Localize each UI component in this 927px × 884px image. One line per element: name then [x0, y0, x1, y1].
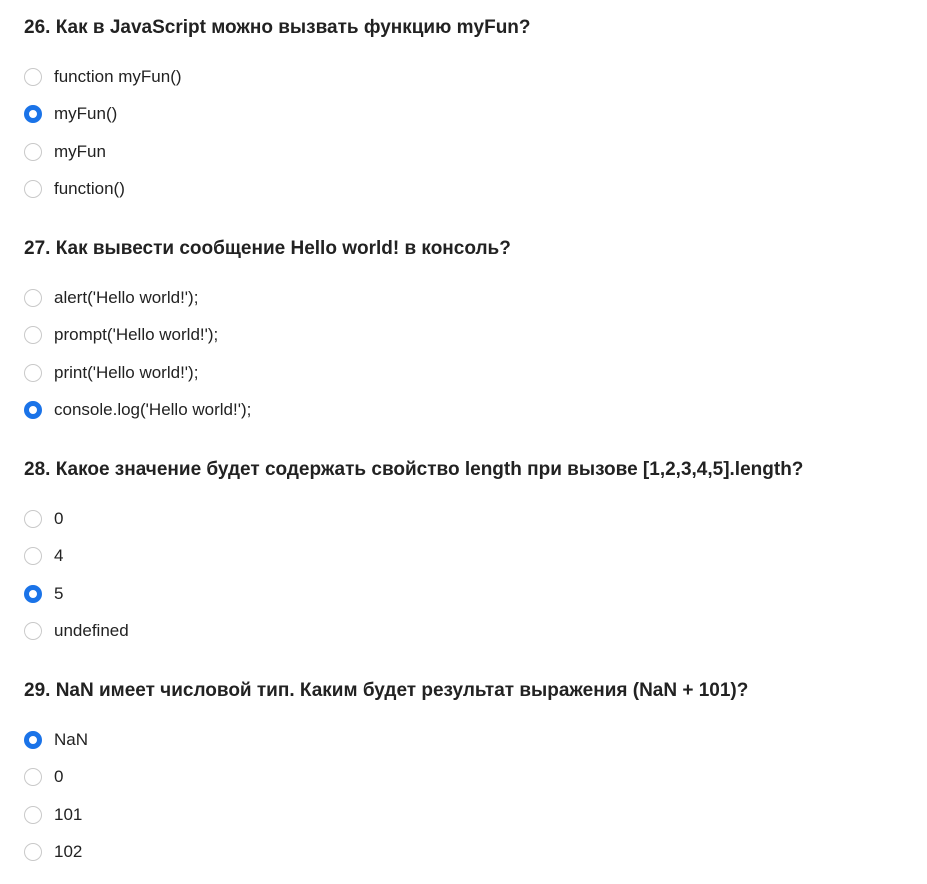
answer-option[interactable]: 5 — [24, 575, 624, 613]
answer-option[interactable]: alert('Hello world!'); — [24, 279, 624, 317]
answer-label: 102 — [54, 842, 83, 862]
answer-option[interactable]: 4 — [24, 538, 624, 576]
radio-button[interactable] — [24, 180, 42, 199]
question-title: 28. Какое значение будет содержать свойс… — [24, 459, 804, 480]
answer-option[interactable]: 0 — [24, 500, 624, 538]
answer-label: 4 — [54, 546, 64, 566]
answer-option[interactable]: function() — [24, 171, 624, 209]
answer-option[interactable]: NaN — [24, 721, 624, 759]
radio-button[interactable] — [24, 843, 42, 862]
answer-label: function myFun() — [54, 66, 182, 86]
answer-label: 0 — [54, 767, 64, 787]
answer-option[interactable]: print('Hello world!'); — [24, 354, 624, 392]
answer-label: prompt('Hello world!'); — [54, 325, 219, 345]
answer-label: 0 — [54, 508, 64, 528]
answer-option[interactable]: undefined — [24, 613, 624, 651]
answer-option[interactable]: function myFun() — [24, 58, 624, 96]
radio-button[interactable] — [24, 509, 42, 528]
answer-option[interactable]: console.log('Hello world!'); — [24, 392, 624, 430]
answer-option[interactable]: myFun() — [24, 96, 624, 134]
answer-label: print('Hello world!'); — [54, 362, 199, 382]
question-title: 26. Как в JavaScript можно вызвать функц… — [24, 17, 531, 38]
radio-button[interactable] — [24, 584, 42, 603]
answer-label: console.log('Hello world!'); — [54, 400, 252, 420]
answer-label: 101 — [54, 804, 83, 824]
question-28: 28. Какое значение будет содержать свойс… — [24, 442, 914, 663]
answer-label: myFun — [54, 141, 106, 161]
answer-options: 0 4 5 undefined — [24, 500, 624, 650]
radio-button[interactable] — [24, 622, 42, 641]
answer-option[interactable]: myFun — [24, 133, 624, 171]
radio-button[interactable] — [24, 142, 42, 161]
radio-button[interactable] — [24, 401, 42, 420]
answer-label: myFun() — [54, 104, 118, 124]
answer-option[interactable]: 0 — [24, 759, 624, 797]
radio-button[interactable] — [24, 547, 42, 566]
radio-button[interactable] — [24, 363, 42, 382]
answer-option[interactable]: prompt('Hello world!'); — [24, 317, 624, 355]
answer-options: NaN 0 101 102 — [24, 721, 624, 871]
answer-label: function() — [54, 179, 125, 199]
answer-label: alert('Hello world!'); — [54, 287, 199, 307]
question-29: 29. NaN имеет числовой тип. Каким будет … — [24, 663, 914, 884]
radio-button[interactable] — [24, 805, 42, 824]
answer-label: 5 — [54, 583, 64, 603]
radio-button[interactable] — [24, 768, 42, 787]
answer-label: undefined — [54, 621, 129, 641]
question-27: 27. Как вывести сообщение Hello world! в… — [24, 221, 914, 442]
radio-button[interactable] — [24, 288, 42, 307]
question-26: 26. Как в JavaScript можно вызвать функц… — [24, 0, 914, 221]
radio-button[interactable] — [24, 326, 42, 345]
question-title: 27. Как вывести сообщение Hello world! в… — [24, 238, 511, 259]
answer-label: NaN — [54, 729, 89, 749]
answer-options: alert('Hello world!'); prompt('Hello wor… — [24, 279, 624, 429]
answer-options: function myFun() myFun() myFun function(… — [24, 58, 624, 208]
radio-button[interactable] — [24, 730, 42, 749]
question-title: 29. NaN имеет числовой тип. Каким будет … — [24, 680, 749, 701]
answer-option[interactable]: 101 — [24, 796, 624, 834]
quiz-container: 26. Как в JavaScript можно вызвать функц… — [24, 0, 914, 884]
answer-option[interactable]: 102 — [24, 834, 624, 872]
radio-button[interactable] — [24, 105, 42, 124]
radio-button[interactable] — [24, 67, 42, 86]
